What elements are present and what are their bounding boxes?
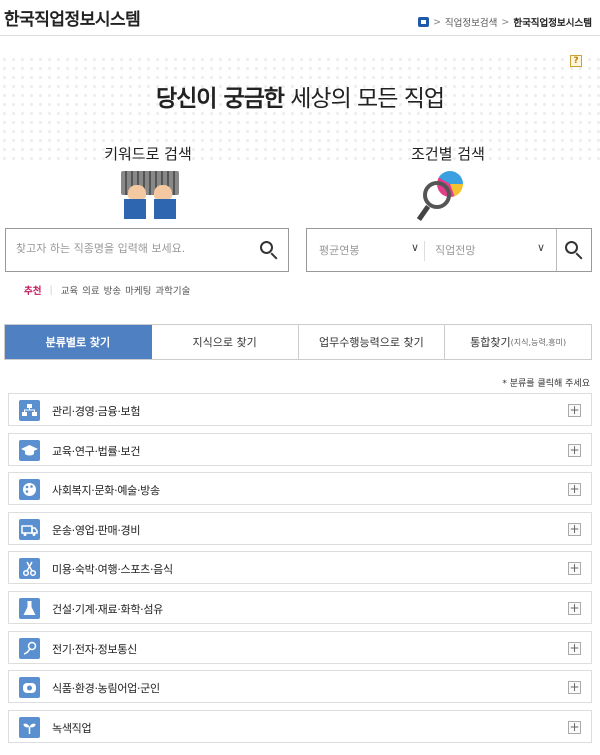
category-item[interactable]: 미용·숙박·여행·스포츠·음식 + [8, 551, 592, 585]
expand-plus-icon[interactable]: + [568, 522, 581, 536]
breadcrumb-item[interactable]: 직업정보검색 [445, 15, 497, 29]
org-chart-icon [19, 400, 40, 421]
tab-label: 업무수행능력으로 찾기 [319, 336, 424, 349]
category-item[interactable]: 식품·환경·농림어업·군인 + [8, 670, 592, 704]
site-title[interactable]: 한국직업정보시스템 [4, 5, 141, 30]
search-tabs: 분류별로 찾기 지식으로 찾기 업무수행능력으로 찾기 통합찾기 (지식,능력,… [4, 324, 592, 360]
keyword-search-input[interactable] [16, 242, 246, 255]
condition-search-title: 조건별 검색 [411, 145, 485, 163]
expand-plus-icon[interactable]: + [568, 443, 581, 457]
tab-label: 지식으로 찾기 [192, 336, 257, 349]
recommend-separator: | [49, 284, 53, 296]
graduation-cap-icon [19, 439, 40, 461]
expand-plus-icon[interactable]: + [568, 720, 581, 734]
flask-icon [19, 597, 40, 619]
home-icon[interactable] [417, 17, 429, 27]
category-item[interactable]: 건설·기계·재료·화학·섬유 + [8, 590, 592, 624]
search-button[interactable] [258, 239, 280, 261]
breadcrumb-separator: > [432, 16, 441, 28]
condition-search-button[interactable] [563, 239, 585, 261]
tab-ability[interactable]: 업무수행능력으로 찾기 [298, 325, 446, 359]
tab-category[interactable]: 분류별로 찾기 [5, 325, 152, 359]
food-icon [19, 677, 40, 699]
category-item[interactable]: 녹색직업 + [8, 709, 592, 743]
plug-icon [19, 637, 40, 659]
truck-icon [19, 518, 40, 540]
tab-sub-label: (지식,능력,흥미) [510, 337, 567, 347]
category-item[interactable]: 교육·연구·법률·보건 + [8, 432, 592, 466]
tab-label: 분류별로 찾기 [45, 336, 111, 349]
scissors-icon [19, 558, 40, 580]
keyboard-typing-icon [118, 171, 182, 223]
category-label: 교육·연구·법률·보건 [52, 444, 141, 458]
expand-plus-icon[interactable]: + [568, 483, 581, 497]
outlook-select-value: 직업전망 [435, 244, 476, 257]
tab-knowledge[interactable]: 지식으로 찾기 [151, 325, 299, 359]
hero-section: ? 당신이 궁금한 세상의 모든 직업 키워드로 검색 조건별 검색 평균연봉 … [0, 37, 600, 312]
category-item[interactable]: 전기·전자·정보통신 + [8, 630, 592, 664]
expand-plus-icon[interactable]: + [568, 562, 581, 576]
recommend-keyword[interactable]: 교육 [61, 283, 78, 297]
recommend-keyword[interactable]: 마케팅 [125, 283, 151, 297]
category-hint: * 분류를 클릭해 주세요 [502, 379, 590, 389]
salary-select[interactable]: 평균연봉 ∨ [319, 241, 419, 258]
recommend-keyword[interactable]: 과학기술 [155, 283, 190, 297]
expand-plus-icon[interactable]: + [568, 641, 581, 655]
tab-label: 통합찾기 [470, 336, 511, 349]
magnifier-chart-icon [415, 169, 475, 229]
recommend-label: 추천 [24, 286, 42, 297]
chevron-down-icon: ∨ [536, 241, 545, 254]
expand-plus-icon[interactable]: + [568, 404, 581, 417]
help-icon[interactable]: ? [570, 55, 582, 67]
condition-search-box: 평균연봉 ∨ 직업전망 ∨ [306, 228, 592, 272]
headline-rest: 세상의 모든 직업 [290, 86, 445, 112]
sprout-icon [19, 716, 40, 738]
category-label: 건설·기계·재료·화학·섬유 [52, 602, 163, 616]
category-label: 녹색직업 [52, 721, 92, 735]
headline-bold: 당신이 궁금한 [155, 86, 285, 112]
palette-icon [19, 479, 40, 501]
recommend-keyword[interactable]: 방송 [104, 283, 121, 297]
breadcrumb-separator: > [501, 16, 510, 28]
category-label: 운송·영업·판매·경비 [52, 523, 141, 537]
recommend-keyword[interactable]: 의료 [82, 283, 99, 297]
expand-plus-icon[interactable]: + [568, 601, 581, 615]
category-item[interactable]: 관리·경영·금융·보험 + [8, 393, 592, 426]
category-list: 관리·경영·금융·보험 + 교육·연구·법률·보건 + 사회복지·문화·예술·방… [8, 393, 592, 749]
salary-select-value: 평균연봉 [319, 244, 360, 257]
expand-plus-icon[interactable]: + [568, 681, 581, 695]
chevron-down-icon: ∨ [410, 241, 419, 254]
page-header: 한국직업정보시스템 > 직업정보검색 > 한국직업정보시스템 [0, 0, 600, 36]
breadcrumb: > 직업정보검색 > 한국직업정보시스템 [417, 15, 592, 29]
recommended-keywords: 추천 | 교육 의료 방송 마케팅 과학기술 [24, 283, 190, 298]
category-item[interactable]: 운송·영업·판매·경비 + [8, 511, 592, 545]
category-label: 전기·전자·정보통신 [52, 642, 137, 656]
category-label: 사회복지·문화·예술·방송 [52, 484, 160, 498]
category-label: 관리·경영·금융·보험 [52, 405, 141, 418]
keyword-search-box [5, 228, 289, 272]
keyword-search-title: 키워드로 검색 [104, 145, 192, 163]
outlook-select[interactable]: 직업전망 ∨ [435, 241, 545, 258]
category-label: 미용·숙박·여행·스포츠·음식 [52, 563, 173, 577]
tab-integrated[interactable]: 통합찾기 (지식,능력,흥미) [445, 325, 591, 359]
breadcrumb-current: 한국직업정보시스템 [513, 18, 592, 29]
category-label: 식품·환경·농림어업·군인 [52, 682, 160, 696]
hero-headline: 당신이 궁금한 세상의 모든 직업 [0, 79, 600, 113]
category-item[interactable]: 사회복지·문화·예술·방송 + [8, 472, 592, 506]
